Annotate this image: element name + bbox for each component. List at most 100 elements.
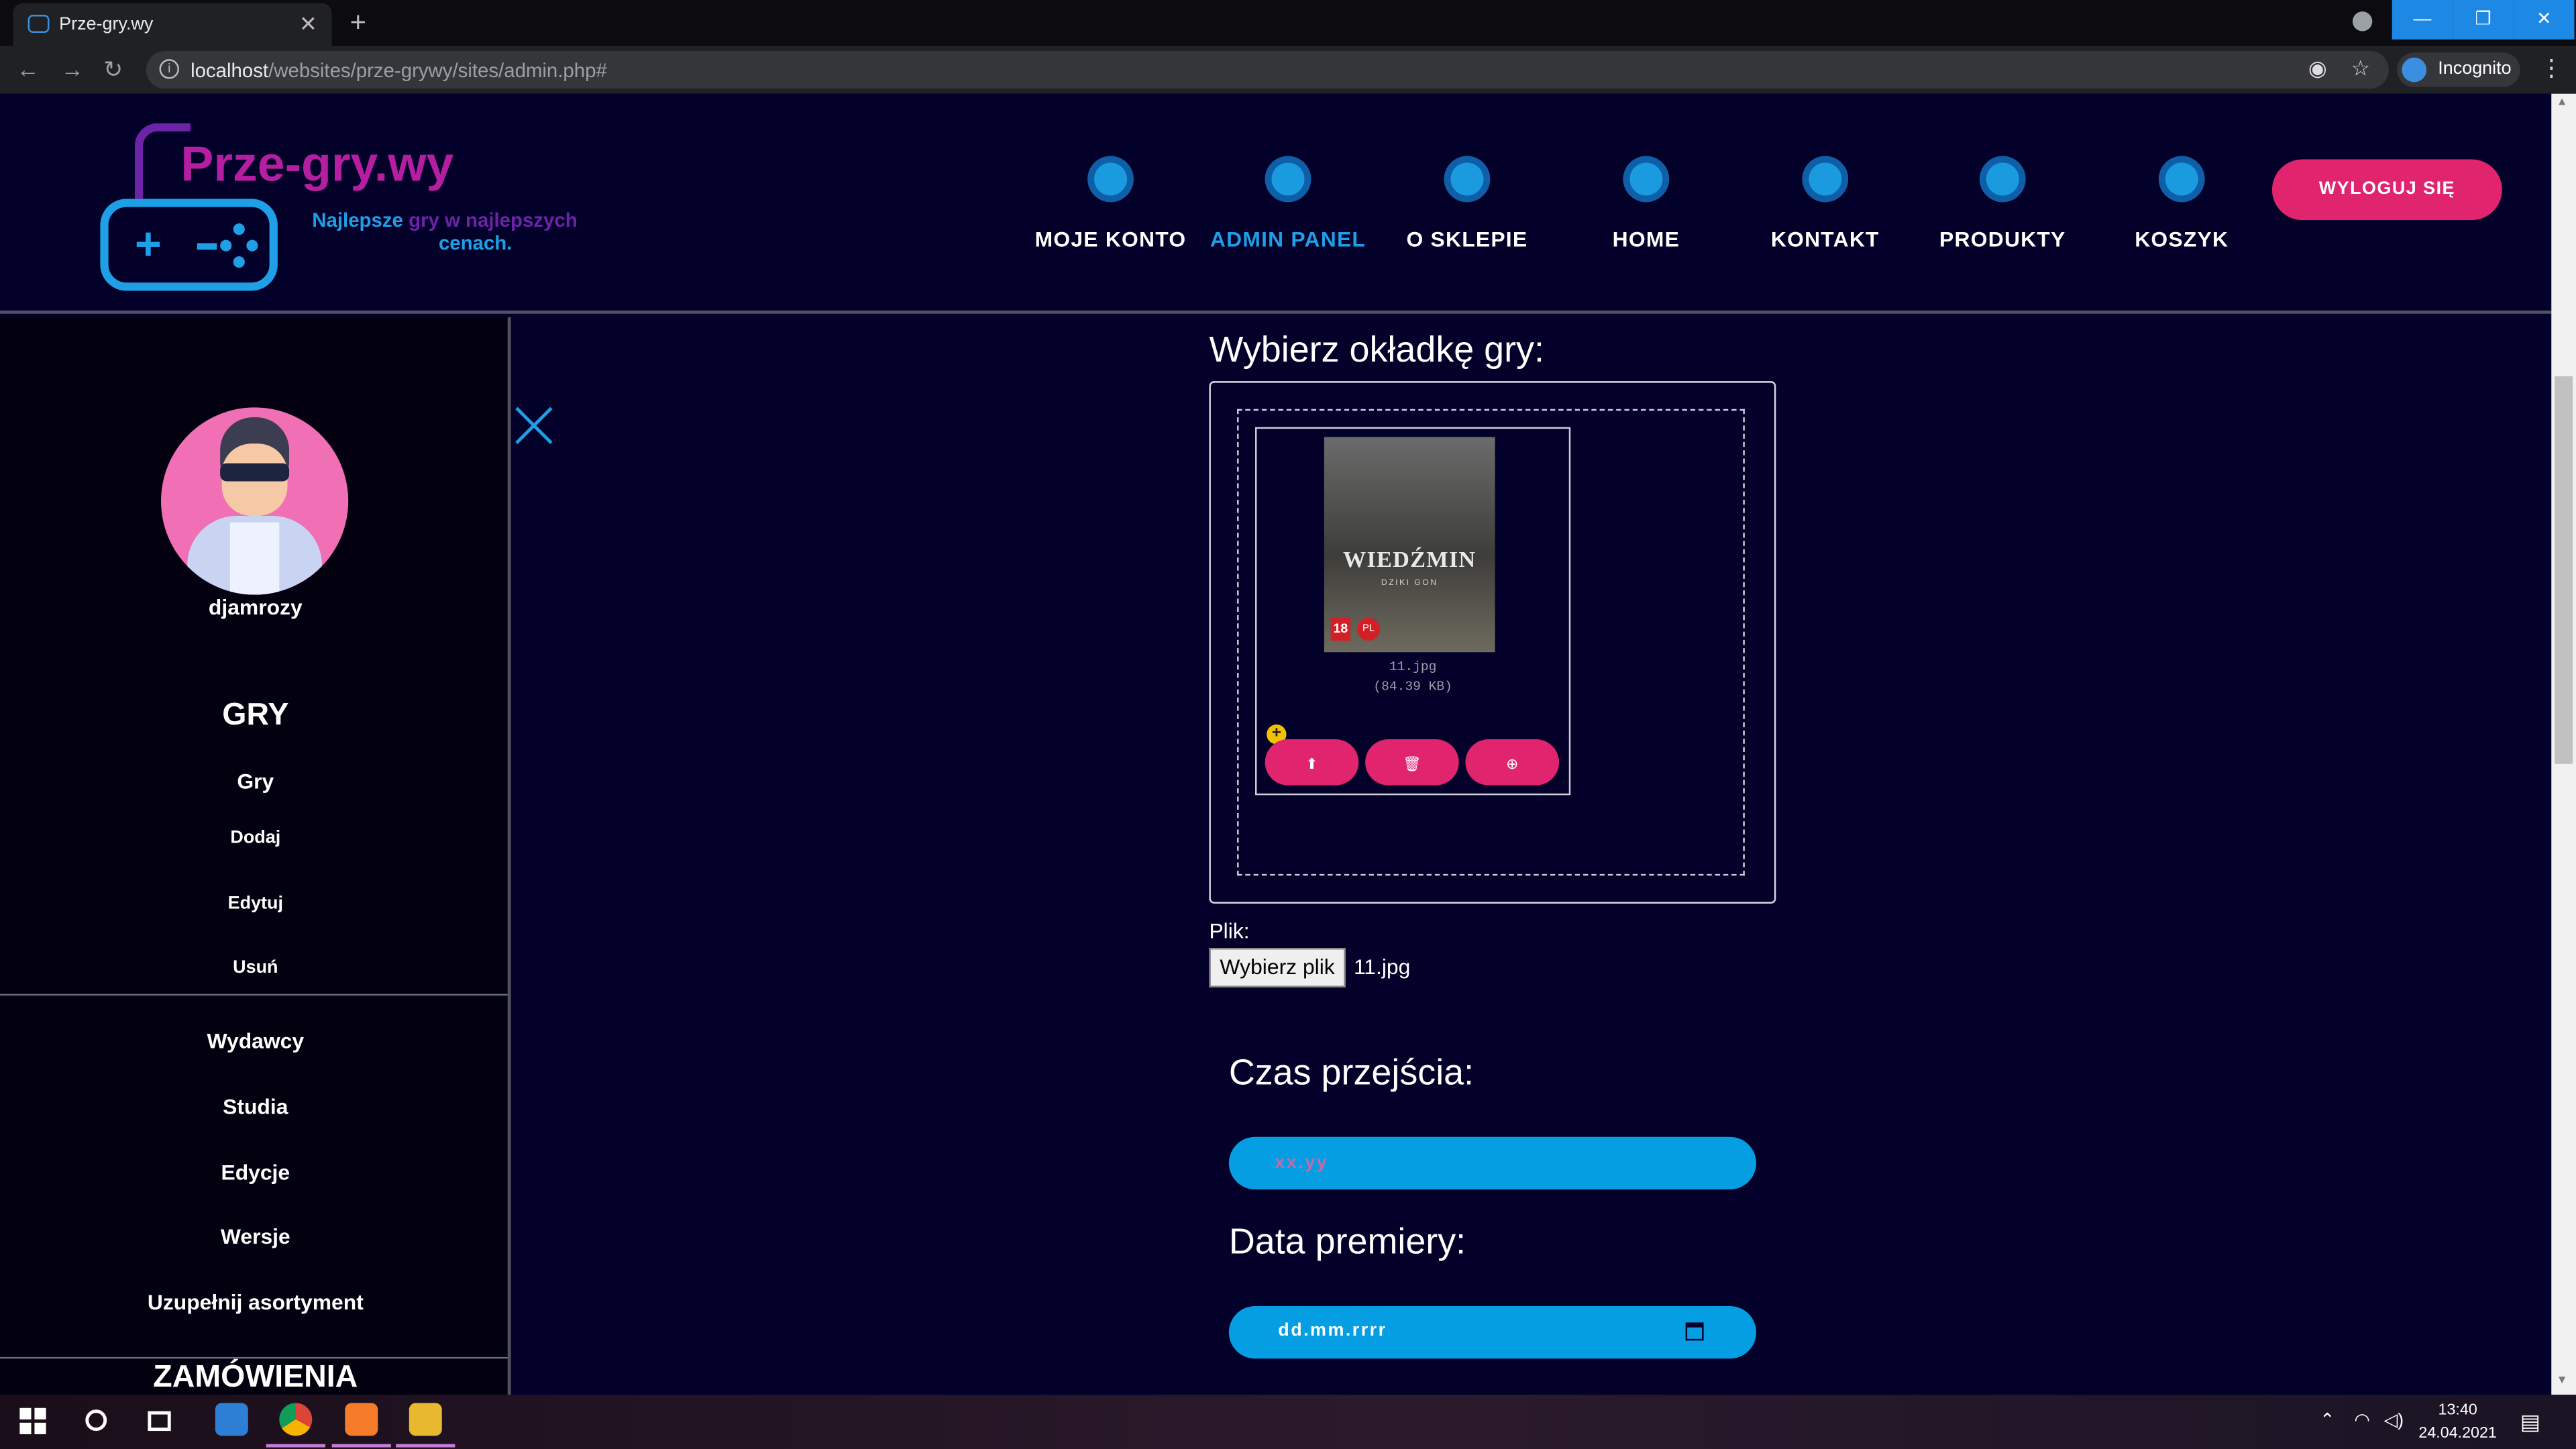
gamepad-logo-icon[interactable]: + xyxy=(100,199,278,291)
bookmark-star-icon[interactable]: ☆ xyxy=(2351,56,2370,82)
incognito-badge[interactable]: Incognito xyxy=(2397,52,2520,87)
sidebar-link-edycje[interactable]: Edycje xyxy=(0,1160,508,1185)
scroll-up-icon[interactable]: ▲ xyxy=(2557,97,2568,108)
delete-button[interactable]: 🗑 xyxy=(1365,739,1459,786)
username: djamrozy xyxy=(208,594,303,620)
volume-icon[interactable]: ◁) xyxy=(2383,1409,2404,1431)
browser-tab-strip: Prze-gry.wy ✕ + — ❐ ✕ xyxy=(0,0,2576,46)
xampp-icon[interactable] xyxy=(345,1403,378,1436)
nav-kontakt[interactable]: KONTAKT xyxy=(1737,156,1914,252)
chosen-file-name: 11.jpg xyxy=(1353,954,1411,979)
minimize-icon[interactable]: — xyxy=(2392,0,2453,40)
drop-zone[interactable]: WIEDŹMIN DZIKI GON 18 PL 11.jpg (84.39 K… xyxy=(1237,409,1745,876)
admin-icon xyxy=(1265,156,1311,203)
choose-file-button[interactable]: Wybierz plik xyxy=(1209,948,1346,987)
task-view-icon[interactable] xyxy=(148,1411,171,1432)
file-upload-box: WIEDŹMIN DZIKI GON 18 PL 11.jpg (84.39 K… xyxy=(1209,381,1776,904)
release-date-label: Data premiery: xyxy=(1228,1220,1466,1262)
network-icon[interactable]: ◠ xyxy=(2354,1409,2370,1431)
age-rating-badge: 18 xyxy=(1330,617,1351,641)
pl-badge: PL xyxy=(1356,617,1381,641)
upload-button[interactable]: ⬆ xyxy=(1265,739,1359,786)
site-header: Prze-gry.wy + Najlepsze gry w najlepszyc… xyxy=(0,93,2552,314)
sidebar-link-uzupelnij[interactable]: Uzupełnij asortyment xyxy=(0,1289,508,1314)
windows-taskbar: ⌃ ◠ ◁) 13:40 24.04.2021 ▤ xyxy=(0,1395,2576,1449)
logo-text[interactable]: Prze-gry.wy xyxy=(180,138,453,194)
home-icon xyxy=(1623,156,1670,203)
file-preview-card: WIEDŹMIN DZIKI GON 18 PL 11.jpg (84.39 K… xyxy=(1255,427,1571,796)
tray-chevron-icon[interactable]: ⌃ xyxy=(2320,1409,2335,1431)
taskbar-search-icon[interactable] xyxy=(85,1409,107,1432)
nav-koszyk[interactable]: KOSZYK xyxy=(2093,156,2270,252)
playtime-input[interactable] xyxy=(1228,1136,1756,1190)
sidebar-divider xyxy=(0,1356,508,1359)
chrome-icon[interactable] xyxy=(279,1403,313,1436)
playtime-label: Czas przejścia: xyxy=(1228,1051,1474,1093)
new-tab-icon[interactable]: + xyxy=(350,7,366,40)
browser-toolbar: ← → ↻ i localhost/websites/prze-grywy/si… xyxy=(0,46,2576,94)
address-bar[interactable]: i localhost/websites/prze-grywy/sites/ad… xyxy=(146,50,2389,89)
page-scrollbar[interactable]: ▲ ▼ xyxy=(2551,93,2576,1395)
upload-icon: ⬆ xyxy=(1305,755,1318,773)
desktop-app-icon[interactable] xyxy=(215,1403,248,1436)
close-sidebar-icon[interactable] xyxy=(513,404,555,447)
contact-icon xyxy=(1802,156,1849,203)
browser-menu-icon[interactable]: ⋮ xyxy=(2540,54,2563,83)
calendar-icon[interactable] xyxy=(1685,1322,1704,1341)
nav-moje-konto[interactable]: MOJE KONTO xyxy=(1022,156,1199,252)
logout-button[interactable]: WYLOGUJ SIĘ xyxy=(2271,159,2502,221)
cover-label: Wybierz okładkę gry: xyxy=(1209,328,1545,370)
taskbar-clock[interactable]: 13:40 24.04.2021 xyxy=(2408,1400,2507,1446)
file-explorer-icon[interactable] xyxy=(409,1403,442,1436)
sidebar-link-wersje[interactable]: Wersje xyxy=(0,1224,508,1248)
browser-tab[interactable]: Prze-gry.wy ✕ xyxy=(13,3,332,46)
file-size: (84.39 KB) xyxy=(1373,680,1452,695)
zoom-in-icon: ⊕ xyxy=(1506,755,1519,773)
incognito-icon xyxy=(2402,57,2427,83)
reload-icon[interactable]: ↻ xyxy=(103,56,123,84)
nav-home[interactable]: HOME xyxy=(1558,156,1735,252)
sidebar-link-usun[interactable]: Usuń xyxy=(0,958,508,977)
sidebar-divider xyxy=(0,994,508,996)
explorer-active-indicator xyxy=(396,1444,455,1448)
windows-start-icon[interactable] xyxy=(19,1407,48,1436)
tracking-blocked-icon[interactable]: ◉ xyxy=(2308,56,2327,82)
nav-produkty[interactable]: PRODUKTY xyxy=(1914,156,2091,252)
tab-close-icon[interactable]: ✕ xyxy=(299,11,317,38)
notifications-icon[interactable]: ▤ xyxy=(2520,1409,2540,1436)
section-zamowienia-heading: ZAMÓWIENIA xyxy=(153,1360,358,1395)
nav-o-sklepie[interactable]: O SKLEPIE xyxy=(1379,156,1556,252)
forward-icon[interactable]: → xyxy=(61,56,84,82)
restore-icon[interactable]: ❐ xyxy=(2453,0,2514,40)
sidebar-link-edytuj[interactable]: Edytuj xyxy=(0,894,508,913)
url-text[interactable]: localhost/websites/prze-grywy/sites/admi… xyxy=(191,59,607,82)
account-icon xyxy=(1087,156,1134,203)
xampp-active-indicator xyxy=(331,1444,391,1448)
sidebar-link-dodaj[interactable]: Dodaj xyxy=(0,828,508,847)
cart-icon xyxy=(2158,156,2205,203)
tab-title: Prze-gry.wy xyxy=(59,15,154,35)
file-name: 11.jpg xyxy=(1389,660,1437,676)
sidebar-link-studia[interactable]: Studia xyxy=(0,1094,508,1119)
chrome-active-indicator xyxy=(266,1444,325,1448)
scroll-thumb[interactable] xyxy=(2555,376,2573,764)
about-icon xyxy=(1444,156,1491,203)
scroll-down-icon[interactable]: ▼ xyxy=(2557,1375,2568,1387)
avatar xyxy=(161,407,349,595)
admin-sidebar: djamrozy GRY Gry Dodaj Edytuj Usuń Wydaw… xyxy=(0,317,511,1395)
zoom-button[interactable]: ⊕ xyxy=(1465,739,1560,786)
tab-search-icon[interactable] xyxy=(2352,11,2373,32)
logo-slogan: Najlepsze gry w najlepszych cenach. xyxy=(312,209,578,255)
window-close-icon[interactable]: ✕ xyxy=(2513,0,2575,40)
back-icon[interactable]: ← xyxy=(16,56,39,82)
file-label: Plik: xyxy=(1209,918,1250,943)
page: Prze-gry.wy + Najlepsze gry w najlepszyc… xyxy=(0,93,2576,1395)
site-info-icon[interactable]: i xyxy=(159,59,179,79)
sidebar-link-wydawcy[interactable]: Wydawcy xyxy=(0,1028,508,1053)
nav-admin-panel[interactable]: ADMIN PANEL xyxy=(1199,156,1377,252)
sidebar-link-gry[interactable]: Gry xyxy=(0,769,508,794)
gamepad-favicon-icon xyxy=(28,15,50,33)
products-icon xyxy=(1980,156,2026,203)
release-date-placeholder: dd.mm.rrrr xyxy=(1278,1320,1387,1341)
cover-thumbnail: WIEDŹMIN DZIKI GON 18 PL xyxy=(1324,437,1495,653)
